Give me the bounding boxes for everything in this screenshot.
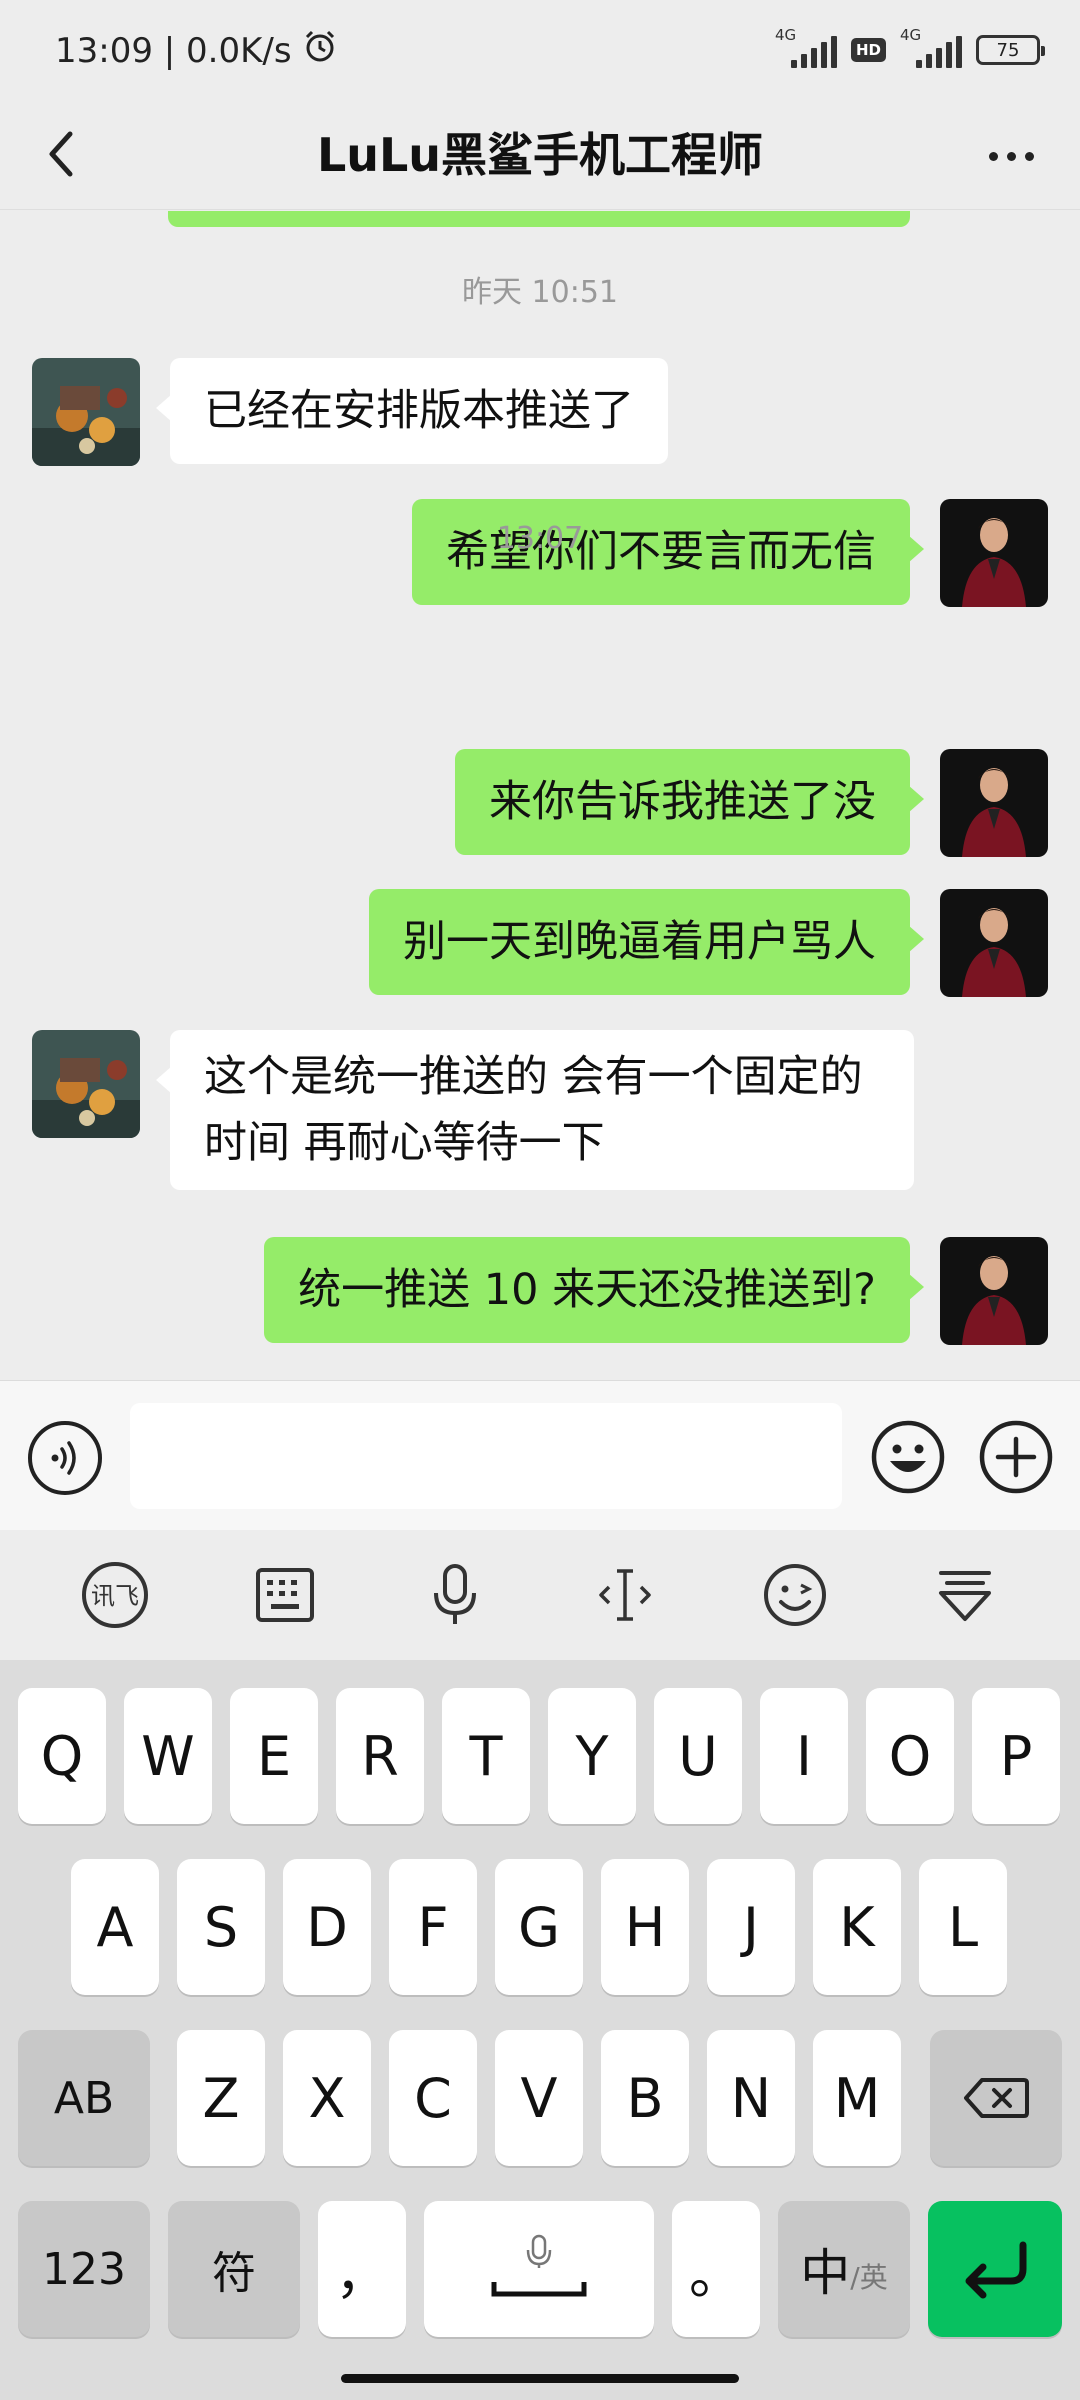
input-bar (0, 1380, 1080, 1530)
space-microphone-icon (491, 2234, 587, 2297)
shift-key[interactable]: AB (18, 2030, 150, 2166)
chat-header: LuLu黑鲨手机工程师 (0, 100, 1080, 210)
key-q[interactable]: Q (18, 1688, 106, 1824)
symbol-key[interactable]: 符 (168, 2201, 300, 2337)
key-m[interactable]: M (813, 2030, 901, 2166)
timestamp: 13:07 (496, 521, 584, 556)
key-d[interactable]: D (283, 1859, 371, 1995)
key-e[interactable]: E (230, 1688, 318, 1824)
key-a[interactable]: A (71, 1859, 159, 1995)
message-bubble-incoming[interactable]: 这个是统一推送的 会有一个固定的时间 再耐心等待一下 (156, 1030, 914, 1190)
microphone-icon[interactable] (410, 1550, 500, 1640)
hd-badge: HD (850, 38, 886, 62)
backspace-icon (964, 2078, 1029, 2118)
number-key[interactable]: 123 (18, 2201, 150, 2337)
partial-message-bubble (168, 211, 910, 227)
home-indicator[interactable] (341, 2374, 739, 2383)
lang-sub: /英 (850, 2261, 888, 2294)
message-bubble-incoming[interactable]: 已经在安排版本推送了 (156, 358, 668, 464)
keyboard-icon[interactable] (240, 1550, 330, 1640)
timestamp: 昨天 10:51 (462, 275, 618, 310)
key-k[interactable]: K (813, 1859, 901, 1995)
back-arrow-icon[interactable] (30, 122, 94, 186)
battery-level: 75 (996, 39, 1020, 61)
emoticon-icon[interactable] (750, 1550, 840, 1640)
key-i[interactable]: I (760, 1688, 848, 1824)
key-g[interactable]: G (495, 1859, 583, 1995)
keyboard: Q W E R T Y U I O P A S D F G H J K L AB… (0, 1660, 1080, 2400)
plus-icon[interactable] (978, 1419, 1054, 1495)
message-bubble-outgoing[interactable]: 来你告诉我推送了没 (455, 749, 924, 855)
key-s[interactable]: S (177, 1859, 265, 1995)
language-switch-key[interactable]: 中/英 (778, 2201, 910, 2337)
message-list[interactable]: 昨天 10:51 已经在安排版本推送了 希望你们不要言而无信 13:07 来你告… (0, 211, 1080, 1380)
keyboard-toolbar: 讯飞 (0, 1530, 1080, 1660)
avatar[interactable] (940, 889, 1048, 997)
status-bar: 13:09 | 0.0K/s 4G HD 4G 75 (0, 0, 1080, 100)
avatar[interactable] (32, 358, 140, 466)
svg-text:讯飞: 讯飞 (91, 1582, 139, 1610)
period-key[interactable]: 。 (672, 2201, 760, 2337)
key-j[interactable]: J (707, 1859, 795, 1995)
lang-main: 中 (800, 2244, 851, 2302)
key-t[interactable]: T (442, 1688, 530, 1824)
key-h[interactable]: H (601, 1859, 689, 1995)
key-y[interactable]: Y (548, 1688, 636, 1824)
key-u[interactable]: U (654, 1688, 742, 1824)
key-l[interactable]: L (919, 1859, 1007, 1995)
cursor-icon[interactable] (580, 1550, 670, 1640)
message-bubble-outgoing[interactable]: 统一推送 10 来天还没推送到? (264, 1237, 924, 1343)
emoji-icon[interactable] (870, 1419, 946, 1495)
signal-icon: 4G (775, 26, 837, 70)
key-z[interactable]: Z (177, 2030, 265, 2166)
key-v[interactable]: V (495, 2030, 583, 2166)
collapse-icon[interactable] (920, 1550, 1010, 1640)
key-c[interactable]: C (389, 2030, 477, 2166)
xunfei-icon[interactable]: 讯飞 (70, 1550, 160, 1640)
comma-key[interactable]: ， (318, 2201, 406, 2337)
key-b[interactable]: B (601, 2030, 689, 2166)
key-w[interactable]: W (124, 1688, 212, 1824)
voice-icon[interactable] (28, 1421, 102, 1495)
alarm-icon (302, 28, 338, 73)
status-time-speed: 13:09 | 0.0K/s (55, 30, 292, 71)
key-n[interactable]: N (707, 2030, 795, 2166)
enter-key[interactable] (928, 2201, 1062, 2337)
battery-icon: 75 (976, 35, 1045, 65)
avatar[interactable] (940, 749, 1048, 857)
status-left: 13:09 | 0.0K/s (55, 28, 338, 73)
enter-icon (965, 2241, 1027, 2299)
message-bubble-outgoing[interactable]: 别一天到晚逼着用户骂人 (369, 889, 924, 995)
status-right: 4G HD 4G 75 (775, 26, 1045, 70)
more-icon[interactable] (976, 126, 1046, 186)
key-f[interactable]: F (389, 1859, 477, 1995)
chat-title: LuLu黑鲨手机工程师 (316, 128, 764, 182)
key-x[interactable]: X (283, 2030, 371, 2166)
avatar[interactable] (32, 1030, 140, 1138)
key-o[interactable]: O (866, 1688, 954, 1824)
space-key[interactable] (424, 2201, 654, 2337)
key-r[interactable]: R (336, 1688, 424, 1824)
backspace-key[interactable] (930, 2030, 1062, 2166)
message-input[interactable] (130, 1403, 842, 1509)
avatar[interactable] (940, 1237, 1048, 1345)
key-p[interactable]: P (972, 1688, 1060, 1824)
signal-icon-2: 4G (900, 26, 962, 70)
